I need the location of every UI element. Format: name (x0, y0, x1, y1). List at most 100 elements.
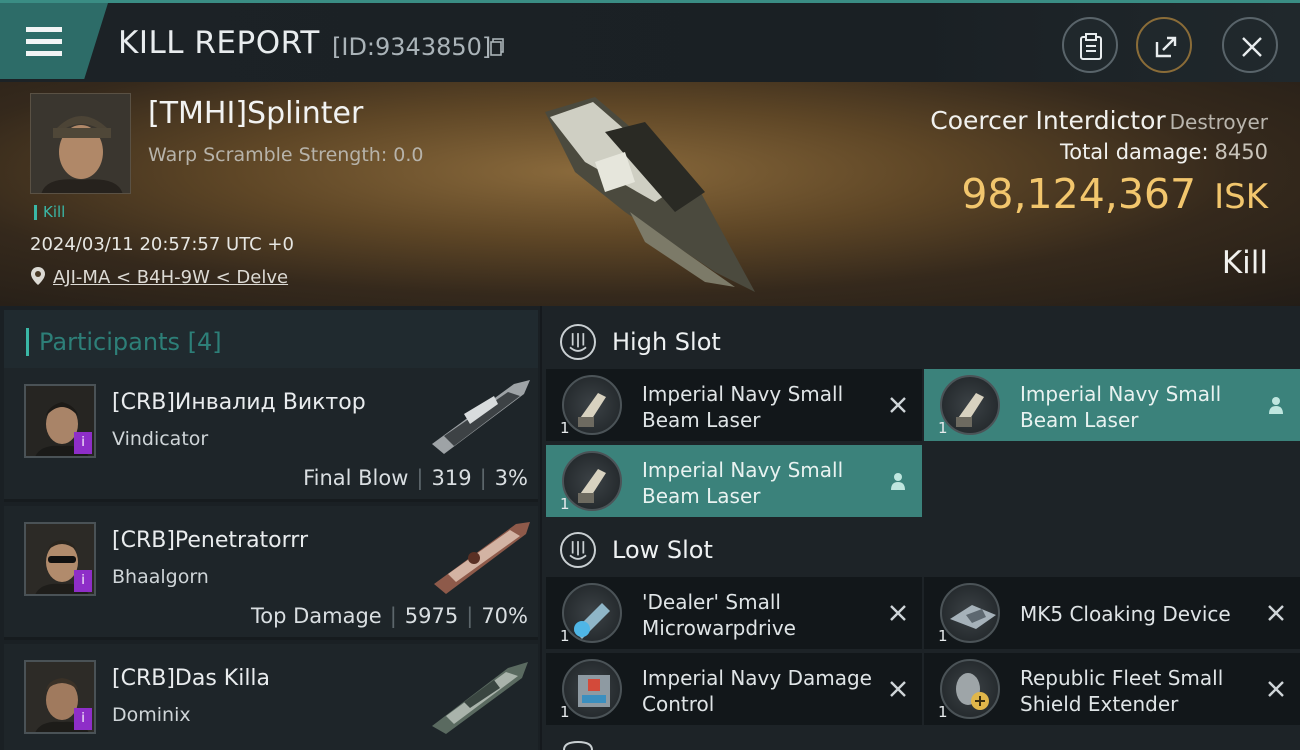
security-badge-icon: i (74, 432, 92, 454)
participant-name: [CRB]Penetratorrr (112, 528, 309, 553)
participant-ship-image (434, 522, 530, 594)
module-item[interactable]: 1 Republic Fleet Small Shield Extender (924, 653, 1300, 725)
destroyed-icon (890, 605, 906, 621)
ship-type-name: Coercer Interdictor (930, 106, 1166, 135)
destroyed-icon (890, 681, 906, 697)
participants-count: [4] (187, 328, 222, 356)
participant-row[interactable]: i [CRB]Das Killa Dominix (4, 644, 538, 750)
person-icon (1269, 397, 1283, 414)
module-name: Imperial Navy Small Beam Laser (1020, 382, 1222, 432)
module-name: Imperial Navy Small Beam Laser (642, 382, 844, 432)
location-link[interactable]: AJI-MA < B4H-9W < Delve (53, 267, 288, 288)
module-item[interactable]: 1 'Dealer' Small Microwarpdrive (546, 577, 922, 649)
page-title: KILL REPORT (118, 25, 320, 61)
module-quantity: 1 (938, 703, 948, 721)
close-icon (1242, 37, 1262, 57)
beam-laser-icon (562, 375, 622, 435)
divider: | (416, 466, 424, 490)
module-item[interactable]: 1 Imperial Navy Damage Control (546, 653, 922, 725)
participant-portrait[interactable]: i (24, 660, 96, 734)
low-slot-icon (560, 532, 596, 568)
module-quantity: 1 (938, 627, 948, 645)
menu-button[interactable] (0, 3, 108, 79)
participant-row[interactable]: i [CRB]Инвалид Виктор Vindicator Final B… (4, 368, 538, 502)
beam-laser-icon (562, 451, 622, 511)
victim-name[interactable]: [TMHI]Splinter (148, 96, 363, 131)
slot-icon (563, 740, 593, 750)
kill-result-label: Kill (1221, 245, 1268, 281)
module-item[interactable]: 1 Imperial Navy Small Beam Laser (546, 445, 922, 517)
participant-ship: Bhaalgorn (112, 566, 209, 588)
participant-portrait[interactable]: i (24, 384, 96, 458)
high-slot-label: High Slot (612, 328, 721, 356)
participant-name: [CRB]Инвалид Виктор (112, 390, 366, 415)
participant-ship: Vindicator (112, 428, 209, 450)
module-name: MK5 Cloaking Device (1020, 602, 1231, 626)
module-name: Republic Fleet Small Shield Extender (1020, 666, 1224, 716)
damage-control-icon (562, 659, 622, 719)
kill-tag: Kill (34, 205, 65, 220)
menu-icon (26, 27, 62, 32)
participants-header: Participants [4] (4, 310, 538, 372)
total-damage: Total damage: 8450 (1060, 140, 1268, 164)
participants-title-text: Participants (39, 328, 180, 356)
module-quantity: 1 (560, 419, 570, 437)
destroyed-icon (1268, 605, 1284, 621)
low-slot-header: Low Slot (542, 518, 1300, 580)
destroyed-icon (890, 397, 906, 413)
ship-class: Destroyer (1169, 110, 1268, 134)
destroyed-icon (1268, 681, 1284, 697)
isk-unit: ISK (1214, 177, 1268, 217)
location-pin-icon (31, 267, 45, 285)
menu-icon-bar (26, 39, 62, 44)
total-damage-label: Total damage: (1059, 140, 1209, 164)
participants-panel: Participants [4] i [CRB]Инвалид Виктор V… (0, 306, 540, 750)
beam-laser-icon (940, 375, 1000, 435)
victim-portrait[interactable] (30, 93, 131, 194)
low-slot-label: Low Slot (612, 536, 713, 564)
participant-portrait[interactable]: i (24, 522, 96, 596)
participant-stats: Final Blow | 319 | 3% (303, 466, 528, 490)
participant-stats: Top Damage | 5975 | 70% (251, 604, 528, 628)
header-bar: KILL REPORT [ID:9343850] (0, 0, 1300, 82)
divider: | (466, 604, 474, 628)
participant-percent: 70% (481, 604, 528, 628)
module-name: Imperial Navy Small Beam Laser (642, 458, 844, 508)
close-button[interactable] (1222, 17, 1278, 73)
module-name: 'Dealer' Small Microwarpdrive (642, 590, 796, 640)
ship-name[interactable]: Coercer Interdictor Destroyer (930, 106, 1268, 135)
victim-ship-image (545, 97, 755, 292)
module-quantity: 1 (560, 495, 570, 513)
fitting-panel: High Slot 1 Imperial Navy Small Beam Las… (542, 306, 1300, 750)
security-badge-icon: i (74, 708, 92, 730)
shield-extender-icon (940, 659, 1000, 719)
participant-stat-label: Top Damage (250, 604, 382, 628)
participant-damage: 319 (431, 466, 472, 490)
participant-row[interactable]: i [CRB]Penetratorrr Bhaalgorn Top Damage… (4, 506, 538, 640)
high-slot-header: High Slot (542, 310, 1300, 372)
victim-summary: [TMHI]Splinter Warp Scramble Strength: 0… (0, 82, 1300, 306)
participants-title: Participants [4] (26, 328, 222, 356)
copy-icon[interactable] (490, 38, 504, 56)
security-badge-icon: i (74, 570, 92, 592)
isk-amount: 98,124,367 (961, 170, 1197, 218)
warp-scramble-strength: Warp Scramble Strength: 0.0 (148, 144, 424, 166)
module-name: Imperial Navy Damage Control (642, 666, 872, 716)
divider: | (389, 604, 397, 628)
kill-datetime: 2024/03/11 20:57:57 UTC +0 (30, 234, 294, 255)
share-button[interactable] (1136, 17, 1192, 73)
module-item[interactable]: 1 Imperial Navy Small Beam Laser (924, 369, 1300, 441)
character-portrait-image (31, 94, 130, 193)
module-quantity: 1 (938, 419, 948, 437)
menu-icon-bar (26, 51, 62, 56)
module-quantity: 1 (560, 627, 570, 645)
participant-ship-image (432, 662, 528, 734)
participant-ship: Dominix (112, 704, 191, 726)
microwarpdrive-icon (562, 583, 622, 643)
share-icon (1155, 36, 1177, 58)
module-item[interactable]: 1 Imperial Navy Small Beam Laser (546, 369, 922, 441)
clipboard-icon (1080, 33, 1102, 60)
clipboard-button[interactable] (1062, 17, 1118, 73)
module-item[interactable]: 1 MK5 Cloaking Device (924, 577, 1300, 649)
person-icon (891, 473, 905, 490)
